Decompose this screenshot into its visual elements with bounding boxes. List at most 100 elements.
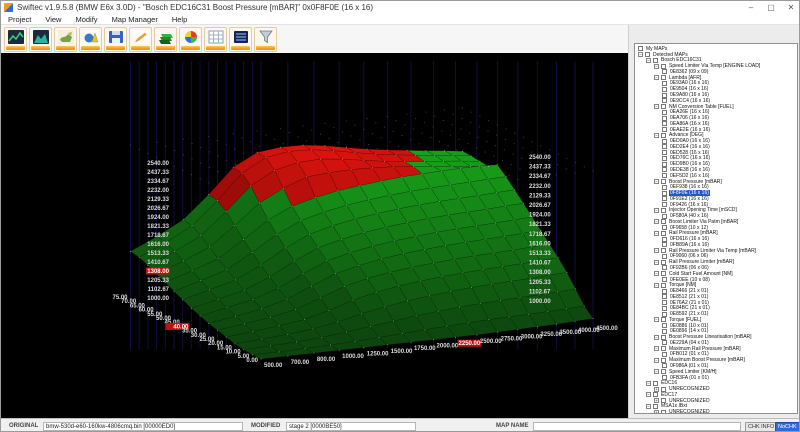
- maximize-button[interactable]: ▢: [761, 1, 781, 14]
- toolbar-button-table-3d[interactable]: [154, 26, 177, 52]
- tree-checkbox[interactable]: [662, 150, 667, 156]
- collapse-icon[interactable]: −: [646, 392, 651, 398]
- tree-checkbox[interactable]: [662, 300, 667, 306]
- minimize-button[interactable]: –: [741, 1, 761, 14]
- toolbar-button-chart-2d[interactable]: [4, 26, 27, 52]
- tree-checkbox[interactable]: [662, 294, 667, 300]
- collapse-icon[interactable]: −: [654, 334, 659, 340]
- collapse-icon[interactable]: −: [654, 63, 659, 69]
- toolbar-button-chart-3d[interactable]: [29, 26, 52, 52]
- tree-checkbox[interactable]: [662, 138, 667, 144]
- tree-checkbox[interactable]: [662, 253, 667, 259]
- tree-checkbox[interactable]: [661, 207, 666, 213]
- tree-checkbox[interactable]: [662, 375, 667, 381]
- tree-checkbox[interactable]: [662, 311, 667, 317]
- collapse-icon[interactable]: −: [654, 346, 659, 352]
- tree-checkbox[interactable]: [662, 144, 667, 150]
- tree-checkbox[interactable]: [661, 63, 666, 69]
- expand-icon[interactable]: +: [654, 398, 659, 404]
- collapse-icon[interactable]: −: [638, 52, 643, 58]
- menu-modify[interactable]: Modify: [68, 15, 104, 24]
- tree-checkbox[interactable]: [662, 363, 667, 369]
- collapse-icon[interactable]: −: [654, 357, 659, 363]
- tree-checkbox[interactable]: [662, 305, 667, 311]
- expand-icon[interactable]: +: [654, 386, 659, 392]
- tree-checkbox[interactable]: [662, 161, 667, 167]
- tree-checkbox[interactable]: [662, 98, 667, 104]
- tree-checkbox[interactable]: [661, 271, 666, 277]
- close-button[interactable]: ✕: [781, 1, 799, 14]
- collapse-icon[interactable]: −: [654, 132, 659, 138]
- collapse-icon[interactable]: −: [654, 75, 659, 81]
- tree-checkbox[interactable]: [662, 167, 667, 173]
- tree-checkbox[interactable]: [661, 104, 666, 110]
- tree-checkbox[interactable]: [661, 75, 666, 81]
- collapse-icon[interactable]: −: [646, 403, 651, 409]
- menu-map-manager[interactable]: Map Manager: [105, 15, 165, 24]
- tree-checkbox[interactable]: [662, 323, 667, 329]
- toolbar-button-save[interactable]: [104, 26, 127, 52]
- tree-checkbox[interactable]: [662, 328, 667, 334]
- tree-checkbox[interactable]: [661, 259, 666, 265]
- tree-checkbox[interactable]: [661, 219, 666, 225]
- tree-checkbox[interactable]: [653, 380, 658, 386]
- collapse-icon[interactable]: −: [646, 380, 651, 386]
- collapse-icon[interactable]: −: [646, 57, 651, 63]
- tree-checkbox[interactable]: [661, 398, 666, 404]
- tree-checkbox[interactable]: [661, 230, 666, 236]
- tree-checkbox[interactable]: [662, 265, 667, 271]
- tree-checkbox[interactable]: [662, 155, 667, 161]
- collapse-icon[interactable]: −: [654, 178, 659, 184]
- tree-checkbox[interactable]: [662, 184, 667, 190]
- tree-checkbox[interactable]: [662, 115, 667, 121]
- tree-checkbox[interactable]: [662, 190, 667, 196]
- tree-checkbox[interactable]: [662, 288, 667, 294]
- tree-checkbox[interactable]: [662, 173, 667, 179]
- tree-checkbox[interactable]: [662, 109, 667, 115]
- collapse-icon[interactable]: −: [654, 282, 659, 288]
- tree-checkbox[interactable]: [662, 202, 667, 208]
- tree-checkbox[interactable]: [662, 351, 667, 357]
- chk-info-button[interactable]: CHK INFO: [745, 421, 778, 431]
- collapse-icon[interactable]: −: [654, 317, 659, 323]
- boost-pressure-3d-view[interactable]: 2540.00 2437.33 2334.67 2232.00 2129.33 2026.…: [1, 53, 628, 418]
- nochk-button[interactable]: NoCHK: [775, 421, 799, 431]
- collapse-icon[interactable]: −: [654, 104, 659, 110]
- tree-checkbox[interactable]: [662, 277, 667, 282]
- collapse-icon[interactable]: −: [654, 248, 659, 254]
- tree-checkbox[interactable]: [645, 52, 650, 58]
- tree-item[interactable]: + UNRECOGNIZED: [635, 409, 797, 413]
- toolbar-button-map-view[interactable]: [54, 26, 77, 52]
- tree-checkbox[interactable]: [661, 132, 666, 138]
- toolbar-button-pie-view[interactable]: [79, 26, 102, 52]
- tree-checkbox[interactable]: [662, 196, 667, 202]
- toolbar-button-grid-view[interactable]: [204, 26, 227, 52]
- toolbar-button-edit[interactable]: [129, 26, 152, 52]
- collapse-icon[interactable]: −: [654, 219, 659, 225]
- tree-checkbox[interactable]: [661, 248, 666, 254]
- tree-checkbox[interactable]: [662, 236, 667, 242]
- map-name-field[interactable]: [533, 421, 741, 431]
- tree-checkbox[interactable]: [661, 409, 666, 413]
- collapse-icon[interactable]: −: [654, 271, 659, 277]
- collapse-icon[interactable]: −: [654, 207, 659, 213]
- tree-checkbox[interactable]: [653, 57, 658, 63]
- tree-checkbox[interactable]: [662, 121, 667, 127]
- tree-checkbox[interactable]: [661, 357, 666, 363]
- tree-checkbox[interactable]: [638, 46, 643, 52]
- tree-checkbox[interactable]: [662, 213, 667, 219]
- menu-help[interactable]: Help: [165, 15, 194, 24]
- expand-icon[interactable]: +: [654, 409, 659, 413]
- tree-checkbox[interactable]: [662, 92, 667, 98]
- tree-checkbox[interactable]: [661, 369, 666, 375]
- toolbar-button-hex-view[interactable]: [229, 26, 252, 52]
- tree-checkbox[interactable]: [661, 346, 666, 352]
- tree-checkbox[interactable]: [662, 340, 667, 346]
- surface-plot[interactable]: 2540.00 2437.33 2334.67 2232.00 2129.33 2026.…: [1, 53, 628, 418]
- tree-checkbox[interactable]: [662, 127, 667, 133]
- menu-view[interactable]: View: [38, 15, 68, 24]
- tree-checkbox[interactable]: [662, 69, 667, 75]
- tree-checkbox[interactable]: [661, 282, 666, 288]
- tree-checkbox[interactable]: [661, 386, 666, 392]
- collapse-icon[interactable]: −: [654, 259, 659, 265]
